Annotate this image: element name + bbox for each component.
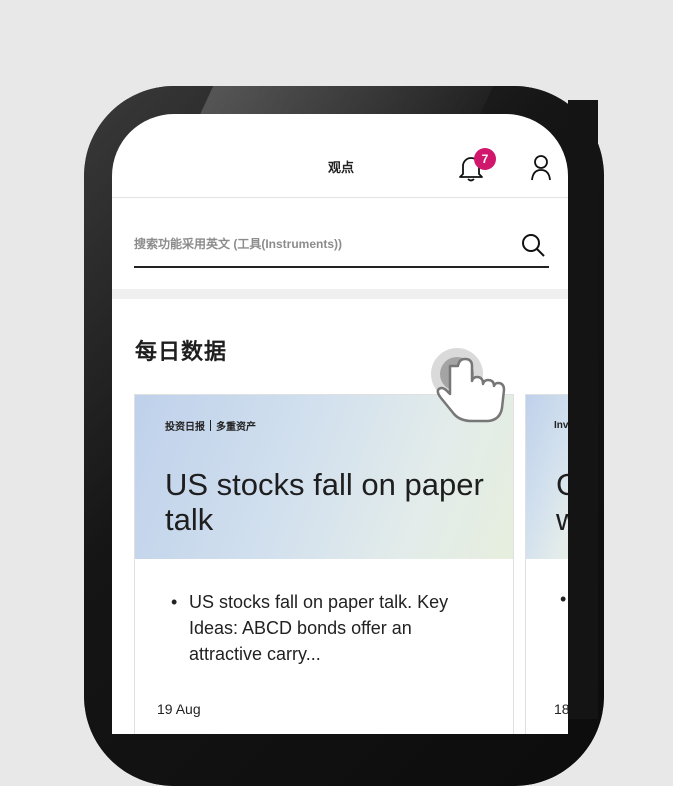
card-bullet-text: US stocks fall on paper talk. Key Ideas:…	[189, 592, 449, 664]
card-headline: G w	[556, 467, 568, 537]
bullet-dot-icon: •	[171, 592, 178, 612]
app-header: 观点 7	[112, 114, 568, 198]
user-icon[interactable]	[530, 154, 552, 182]
insight-card-partial[interactable]: Inv G w • 18	[525, 394, 568, 734]
phone-screen: 观点 7 每日数据 投资日报多重资产 US stocks fall on pap…	[112, 114, 568, 734]
search-input[interactable]	[134, 224, 509, 264]
search-underline	[134, 266, 549, 268]
card-tags: 投资日报 多重资产	[165, 418, 256, 433]
card-bullet-text: •	[560, 589, 567, 609]
phone-frame-edge	[568, 100, 598, 719]
search-bar	[134, 224, 549, 270]
notification-badge: 7	[474, 148, 496, 170]
tag-divider	[210, 420, 211, 431]
card-tag-secondary: 多重资产	[216, 422, 256, 433]
section-title: 每日数据	[135, 339, 228, 364]
card-date: 19 Aug	[157, 701, 201, 717]
card-date: 18	[554, 701, 568, 717]
card-tag-primary: Inv	[554, 420, 568, 431]
page-title: 观点	[328, 160, 355, 175]
insight-card[interactable]: 投资日报 多重资产 US stocks fall on paper talk • …	[134, 394, 514, 734]
card-tag-primary: 投资日报	[165, 422, 205, 433]
tap-gesture-icon	[431, 348, 506, 423]
card-bullet-item: • US stocks fall on paper talk. Key Idea…	[165, 589, 485, 667]
card-headline: US stocks fall on paper talk	[165, 467, 484, 537]
divider-band	[112, 289, 568, 299]
search-icon[interactable]	[520, 232, 546, 258]
